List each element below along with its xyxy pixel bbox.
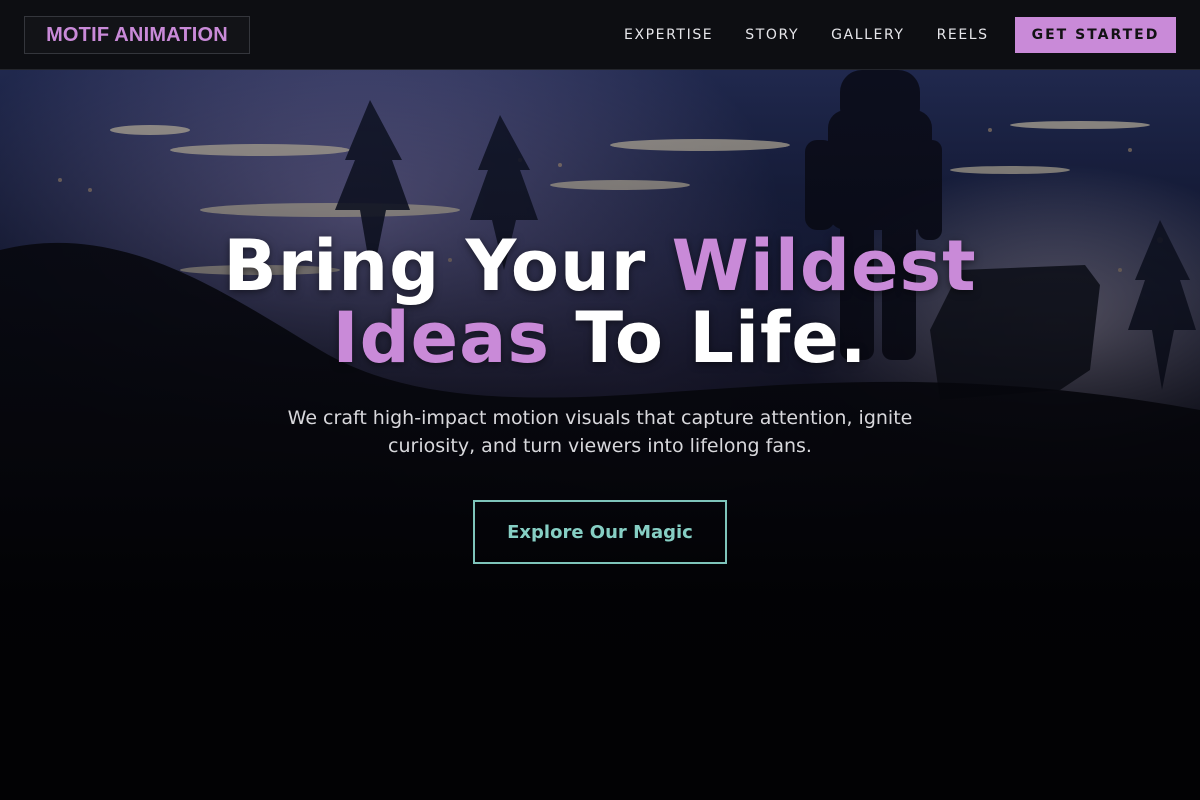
hero-subtext: We craft high-impact motion visuals that… [287, 407, 913, 457]
headline-accent-2: Ideas [332, 297, 551, 379]
nav-link-story[interactable]: STORY [745, 27, 799, 43]
nav-link-gallery[interactable]: GALLERY [831, 27, 904, 43]
nav-link-reels[interactable]: REELS [937, 27, 989, 43]
hero-section: Bring Your Wildest Ideas To Life. We cra… [0, 230, 1200, 564]
headline-accent-1: Wildest [671, 225, 977, 307]
headline-text-1: Bring Your [223, 225, 672, 307]
brand-logo[interactable]: MOTIF ANIMATION [24, 16, 250, 54]
explore-button[interactable]: Explore Our Magic [473, 500, 727, 564]
nav-links: EXPERTISE STORY GALLERY REELS [608, 0, 1005, 70]
hero-headline: Bring Your Wildest Ideas To Life. [223, 230, 976, 374]
get-started-button[interactable]: GET STARTED [1015, 17, 1176, 53]
headline-text-2: To Life. [550, 297, 868, 379]
navbar: MOTIF ANIMATION EXPERTISE STORY GALLERY … [0, 0, 1200, 70]
page: MOTIF ANIMATION EXPERTISE STORY GALLERY … [0, 0, 1200, 800]
nav-link-expertise[interactable]: EXPERTISE [624, 27, 713, 43]
